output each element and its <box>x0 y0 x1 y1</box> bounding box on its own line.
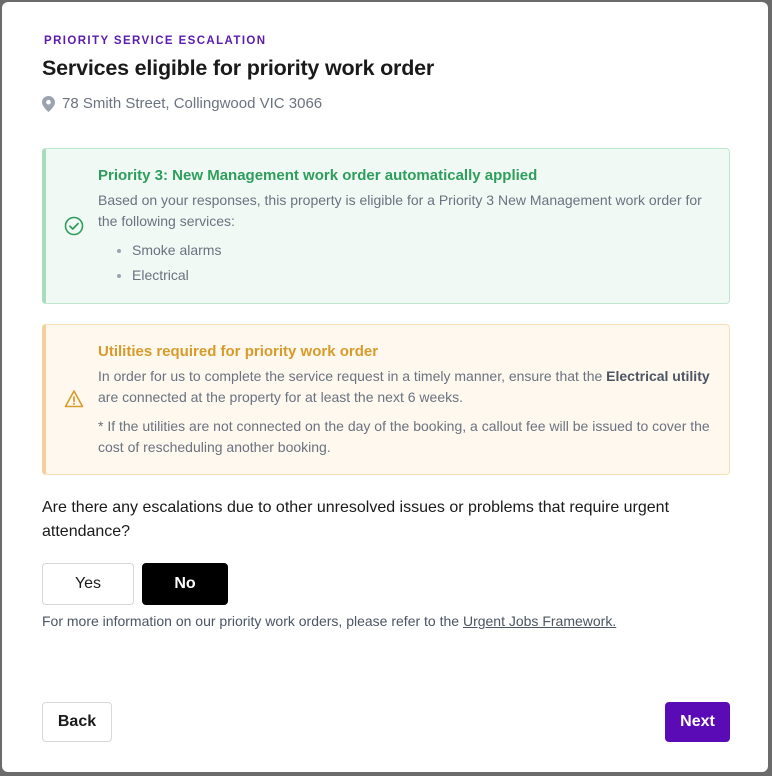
no-option-button[interactable]: No <box>142 563 228 605</box>
list-item: Smoke alarms <box>132 238 711 263</box>
callout-fee-note: * If the utilities are not connected on … <box>98 418 710 455</box>
map-pin-icon <box>42 95 55 112</box>
next-button[interactable]: Next <box>665 702 730 742</box>
address-text: 78 Smith Street, Collingwood VIC 3066 <box>62 95 323 112</box>
back-button[interactable]: Back <box>42 702 112 742</box>
escalation-modal: PRIORITY SERVICE ESCALATION Services eli… <box>2 2 768 772</box>
warning-triangle-icon <box>64 389 84 409</box>
utilities-panel-heading: Utilities required for priority work ord… <box>98 343 379 360</box>
utilities-panel-body: In order for us to complete the service … <box>98 368 710 405</box>
more-info-text: For more information on our priority wor… <box>42 613 617 629</box>
urgent-jobs-framework-link[interactable]: Urgent Jobs Framework. <box>463 613 616 629</box>
check-circle-icon <box>64 216 84 236</box>
list-item: Electrical <box>132 263 711 288</box>
page-title: Services eligible for priority work orde… <box>42 56 435 80</box>
utilities-required-panel: Utilities required for priority work ord… <box>42 324 730 475</box>
eyebrow-label: PRIORITY SERVICE ESCALATION <box>44 35 267 47</box>
escalation-question: Are there any escalations due to other u… <box>42 499 670 540</box>
electrical-utility-emphasis: Electrical utility <box>606 368 710 384</box>
priority-panel-heading: Priority 3: New Management work order au… <box>98 167 538 184</box>
property-address: 78 Smith Street, Collingwood VIC 3066 <box>42 95 322 112</box>
eligible-services-list: Smoke alarms Electrical <box>98 238 711 288</box>
priority-applied-panel: Priority 3: New Management work order au… <box>42 148 730 304</box>
yes-option-button[interactable]: Yes <box>42 563 134 605</box>
priority-panel-body: Based on your responses, this property i… <box>98 192 702 229</box>
